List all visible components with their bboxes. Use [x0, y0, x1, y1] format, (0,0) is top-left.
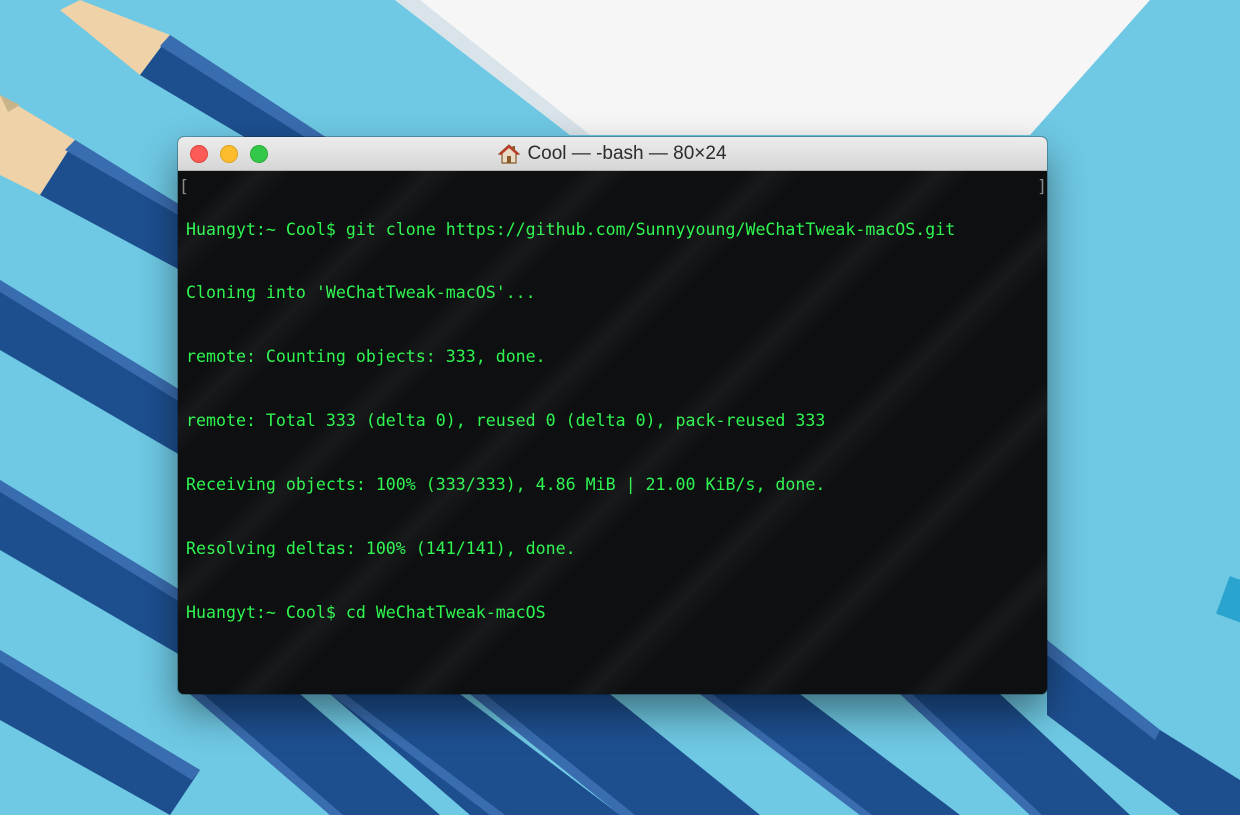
- paper-sheet: [395, 0, 1150, 135]
- terminal-line: Cloning into 'WeChatTweak-macOS'...: [186, 283, 536, 303]
- terminal-output: Huangyt:~ Cool$ git clone https://github…: [186, 176, 955, 666]
- terminal-content[interactable]: [ Huangyt:~ Cool$ git clone https://gith…: [178, 171, 1047, 694]
- title-bar[interactable]: Cool — -bash — 80×24: [178, 137, 1047, 171]
- eraser-object: [1216, 576, 1240, 624]
- terminal-window: Cool — -bash — 80×24 [ Huangyt:~ Cool$ g…: [178, 137, 1047, 694]
- pencil: [0, 95, 180, 270]
- terminal-line: Huangyt:~ Cool$ cd WeChatTweak-macOS: [186, 602, 546, 622]
- pencil: [0, 480, 180, 655]
- terminal-line: remote: Total 333 (delta 0), reused 0 (d…: [186, 411, 826, 431]
- pencil: [0, 650, 200, 815]
- terminal-line: remote: Counting objects: 333, done.: [186, 347, 546, 367]
- home-icon: [498, 144, 521, 164]
- terminal-line: Resolving deltas: 100% (141/141), done.: [186, 539, 576, 559]
- terminal-line: Receiving objects: 100% (333/333), 4.86 …: [186, 475, 826, 495]
- bracket-right: ]: [1037, 177, 1047, 196]
- terminal-line: Huangyt:~ Cool$ git clone https://github…: [186, 219, 956, 239]
- window-title: Cool — -bash — 80×24: [178, 137, 1047, 171]
- pencil: [0, 280, 180, 455]
- window-title-text: Cool — -bash — 80×24: [527, 143, 727, 164]
